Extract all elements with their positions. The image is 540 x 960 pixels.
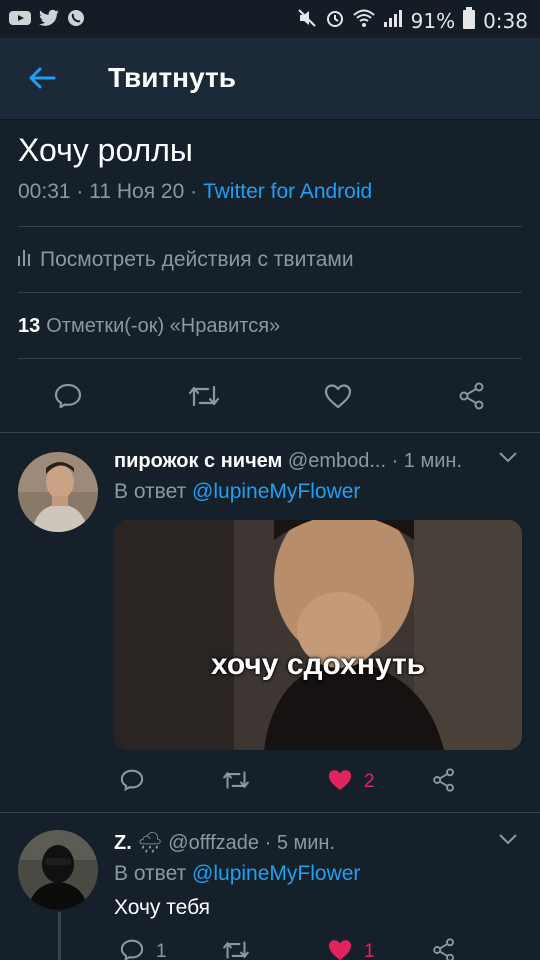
retweet-button[interactable] — [216, 934, 256, 960]
likes-label: Отметки(-ок) «Нравится» — [46, 315, 281, 337]
likes-summary[interactable]: 13 Отметки(-ок) «Нравится» — [18, 315, 280, 338]
divider — [18, 226, 522, 227]
alarm-icon — [325, 8, 345, 34]
media-image[interactable]: хочу сдохнуть — [114, 520, 522, 750]
section-divider — [0, 432, 540, 433]
app-header: Твитнуть — [0, 38, 540, 120]
like-button[interactable] — [322, 764, 358, 800]
section-divider — [0, 812, 540, 813]
reply-text: Хочу тебя — [114, 896, 211, 919]
tweet-time: 00:31 — [18, 180, 71, 203]
reply-prefix: В ответ — [114, 480, 187, 503]
reply-button[interactable] — [48, 378, 88, 418]
battery-icon — [463, 7, 476, 35]
media-caption: хочу сдохнуть — [210, 648, 426, 681]
share-icon — [432, 937, 456, 960]
share-button[interactable] — [452, 378, 492, 418]
battery-percent: 91% — [410, 9, 456, 33]
like-button[interactable] — [318, 378, 358, 418]
view-activity-label: Посмотреть действия с твитами — [40, 248, 354, 271]
reply-to: В ответ @lupineMyFlower — [114, 480, 360, 504]
signal-icon — [383, 8, 403, 34]
like-button[interactable] — [322, 934, 358, 960]
avatar[interactable] — [18, 830, 98, 910]
reply-button[interactable] — [114, 764, 150, 800]
reply-menu-button[interactable] — [498, 832, 518, 851]
share-icon — [432, 767, 456, 797]
heart-outline-icon — [324, 383, 352, 414]
comment-icon — [120, 939, 144, 960]
retweet-icon — [222, 769, 250, 796]
reply-menu-button[interactable] — [498, 450, 518, 469]
author-handle[interactable]: @embod... — [288, 450, 386, 472]
cloud-rain-icon: 🌧 — [137, 832, 163, 854]
thread-line — [58, 912, 61, 960]
heart-filled-icon — [327, 768, 353, 797]
author-name[interactable]: Z. — [114, 832, 132, 854]
clock: 0:38 — [483, 9, 528, 33]
chevron-down-icon — [498, 833, 518, 850]
status-bar: 91% 0:38 — [0, 0, 540, 38]
reply-to-link[interactable]: @lupineMyFlower — [192, 480, 360, 503]
reply-button[interactable] — [114, 934, 150, 960]
arrow-left-icon — [28, 66, 56, 95]
retweet-button[interactable] — [182, 378, 226, 418]
retweet-icon — [188, 383, 220, 414]
youtube-icon — [8, 9, 32, 32]
analytics-icon — [18, 248, 32, 272]
reply-header: пирожок с ничем @embod... · 1 мин. — [114, 450, 462, 473]
tweet-text: Хочу роллы — [18, 132, 193, 168]
tweet-meta: 00:31 · 11 Ноя 20 · Twitter for Android — [18, 180, 372, 204]
mute-icon — [297, 8, 317, 34]
author-name[interactable]: пирожок с ничем — [114, 450, 282, 472]
viber-icon — [66, 8, 86, 33]
reply-prefix: В ответ — [114, 862, 187, 885]
share-icon — [458, 382, 486, 415]
comment-icon — [54, 383, 82, 414]
reply-to-link[interactable]: @lupineMyFlower — [192, 862, 360, 885]
reply-to: В ответ @lupineMyFlower — [114, 862, 360, 886]
view-activity-link[interactable]: Посмотреть действия с твитами — [18, 248, 354, 272]
retweet-icon — [222, 939, 250, 960]
reply-count: 1 — [156, 941, 167, 960]
share-button[interactable] — [426, 934, 462, 960]
page-title: Твитнуть — [108, 62, 236, 93]
author-handle[interactable]: @offfzade — [168, 832, 259, 854]
meta-separator: · — [76, 180, 90, 203]
back-button[interactable] — [22, 62, 62, 98]
reply-time: · 1 мин. — [391, 450, 463, 472]
likes-count: 13 — [18, 315, 41, 337]
tweet-actions — [0, 372, 540, 422]
share-button[interactable] — [426, 764, 462, 800]
like-count: 1 — [364, 941, 375, 960]
tweet-date: 11 Ноя 20 — [89, 180, 185, 203]
twitter-icon — [38, 9, 60, 32]
heart-filled-icon — [327, 938, 353, 960]
meta-separator: · — [190, 180, 203, 203]
reply-header: Z. 🌧 @offfzade · 5 мин. — [114, 830, 335, 855]
comment-icon — [120, 769, 144, 796]
reply-time: · 5 мин. — [264, 832, 336, 854]
tweet-source-link[interactable]: Twitter for Android — [203, 180, 372, 203]
avatar[interactable] — [18, 452, 98, 532]
wifi-icon — [352, 8, 375, 34]
divider — [18, 292, 522, 293]
divider — [18, 358, 522, 359]
like-count: 2 — [364, 771, 375, 792]
retweet-button[interactable] — [216, 764, 256, 800]
chevron-down-icon — [498, 451, 518, 468]
